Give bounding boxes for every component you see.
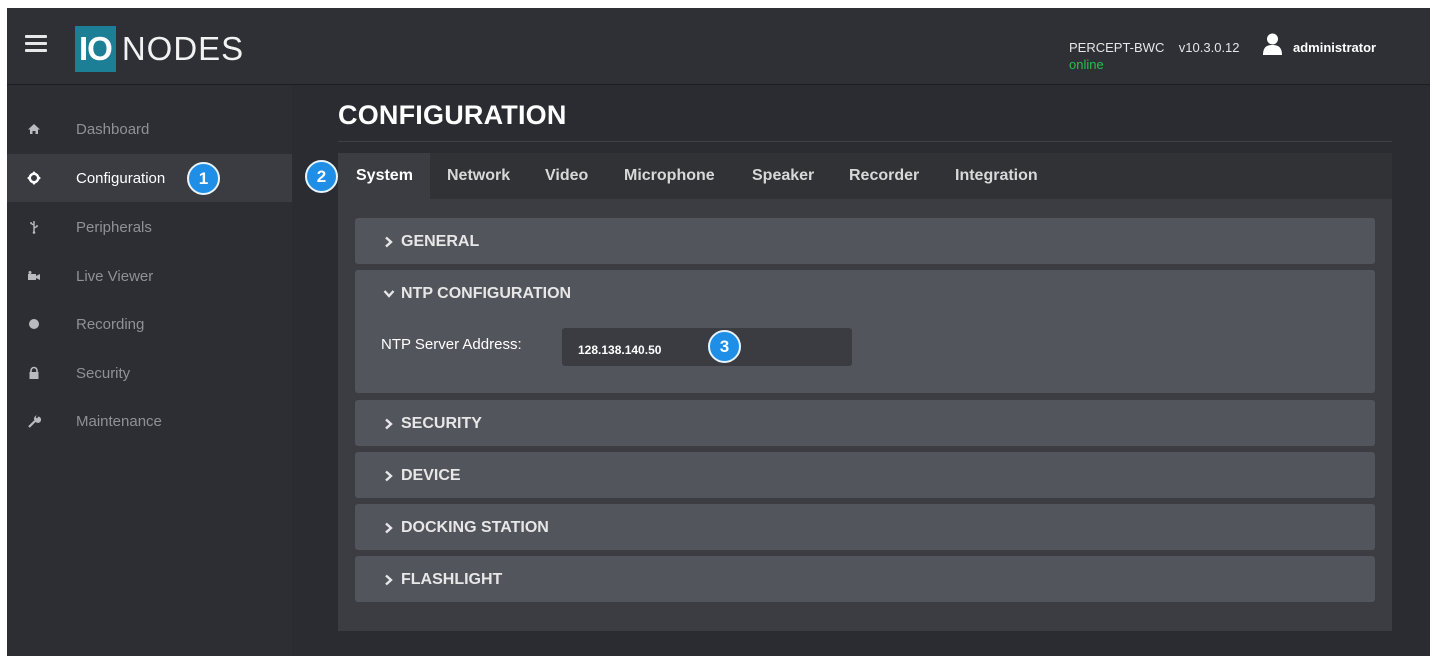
section-header: GENERAL [383, 233, 479, 251]
tab-recorder[interactable]: Recorder [849, 153, 919, 199]
section-label: GENERAL [401, 233, 480, 250]
tab-bar: System Network Video Microphone Speaker … [338, 153, 1392, 199]
lock-icon [29, 366, 39, 379]
section-header[interactable]: NTP CONFIGURATION [383, 285, 571, 303]
sidebar-item-maintenance[interactable]: Maintenance [7, 397, 292, 445]
chevron-right-icon [385, 522, 393, 534]
tab-microphone[interactable]: Microphone [624, 153, 715, 199]
logo: IO NODES [75, 26, 244, 72]
tab-integration[interactable]: Integration [955, 153, 1038, 199]
username[interactable]: administrator [1293, 40, 1376, 55]
sidebar-item-recording[interactable]: Recording [7, 300, 292, 348]
chevron-down-icon [383, 290, 395, 298]
section-header: SECURITY [383, 415, 482, 433]
ntp-server-label: NTP Server Address: [381, 336, 522, 353]
wrench-icon [28, 415, 41, 428]
chevron-right-icon [385, 574, 393, 586]
logo-mark: IO [75, 26, 116, 72]
callout-badge-3: 3 [708, 330, 741, 363]
section-header: FLASHLIGHT [383, 571, 502, 589]
tab-speaker[interactable]: Speaker [752, 153, 814, 199]
user-icon[interactable] [1263, 33, 1282, 55]
divider [338, 141, 1392, 142]
tab-system[interactable]: System [338, 153, 430, 199]
sidebar-item-label: Dashboard [76, 120, 150, 138]
device-name: PERCEPT-BWC [1069, 40, 1165, 55]
chevron-right-icon [385, 418, 393, 430]
section-label: SECURITY [401, 415, 482, 432]
section-label: NTP CONFIGURATION [401, 285, 572, 302]
sidebar: Dashboard Configuration Peripherals Live… [7, 86, 292, 656]
top-header: IO NODES PERCEPT-BWC v10.3.0.12 online a… [7, 8, 1430, 85]
sidebar-item-live-viewer[interactable]: Live Viewer [7, 252, 292, 300]
usb-icon [30, 221, 38, 234]
sidebar-item-dashboard[interactable]: Dashboard [7, 105, 292, 153]
section-header: DEVICE [383, 467, 461, 485]
section-docking-station[interactable]: DOCKING STATION [355, 504, 1375, 550]
sidebar-item-label: Configuration [76, 169, 166, 187]
device-status: online [1069, 57, 1104, 72]
page-title: CONFIGURATION [338, 100, 567, 130]
chevron-right-icon [385, 236, 393, 248]
section-ntp-configuration: NTP CONFIGURATION NTP Server Address: 3 [355, 270, 1375, 393]
section-label: DEVICE [401, 467, 461, 484]
app-window: IO NODES PERCEPT-BWC v10.3.0.12 online a… [7, 8, 1430, 656]
tab-network[interactable]: Network [447, 153, 510, 199]
sidebar-item-label: Live Viewer [76, 267, 154, 285]
sidebar-item-label: Recording [76, 315, 145, 333]
chevron-right-icon [385, 470, 393, 482]
sidebar-item-label: Maintenance [76, 412, 162, 430]
gear-icon [27, 171, 41, 185]
video-camera-icon [28, 271, 40, 280]
sidebar-item-peripherals[interactable]: Peripherals [7, 203, 292, 251]
section-label: DOCKING STATION [401, 519, 549, 536]
callout-badge-1: 1 [187, 162, 220, 195]
home-icon [28, 124, 40, 134]
section-device[interactable]: DEVICE [355, 452, 1375, 498]
section-label: FLASHLIGHT [401, 571, 503, 588]
menu-icon[interactable] [25, 35, 47, 53]
sidebar-item-label: Security [76, 364, 131, 382]
section-general[interactable]: GENERAL [355, 218, 1375, 264]
record-dot-icon [29, 319, 39, 329]
ntp-server-input[interactable] [562, 328, 852, 366]
logo-text: NODES [121, 30, 245, 67]
section-header: DOCKING STATION [383, 519, 549, 537]
sidebar-item-label: Peripherals [76, 218, 152, 236]
section-flashlight[interactable]: FLASHLIGHT [355, 556, 1375, 602]
device-info: PERCEPT-BWC v10.3.0.12 [1069, 39, 1240, 57]
callout-badge-2: 2 [305, 160, 338, 193]
firmware-version: v10.3.0.12 [1178, 40, 1240, 55]
sidebar-item-configuration[interactable]: Configuration [7, 154, 292, 202]
tab-video[interactable]: Video [545, 153, 588, 199]
section-security[interactable]: SECURITY [355, 400, 1375, 446]
sidebar-item-security[interactable]: Security [7, 349, 292, 397]
